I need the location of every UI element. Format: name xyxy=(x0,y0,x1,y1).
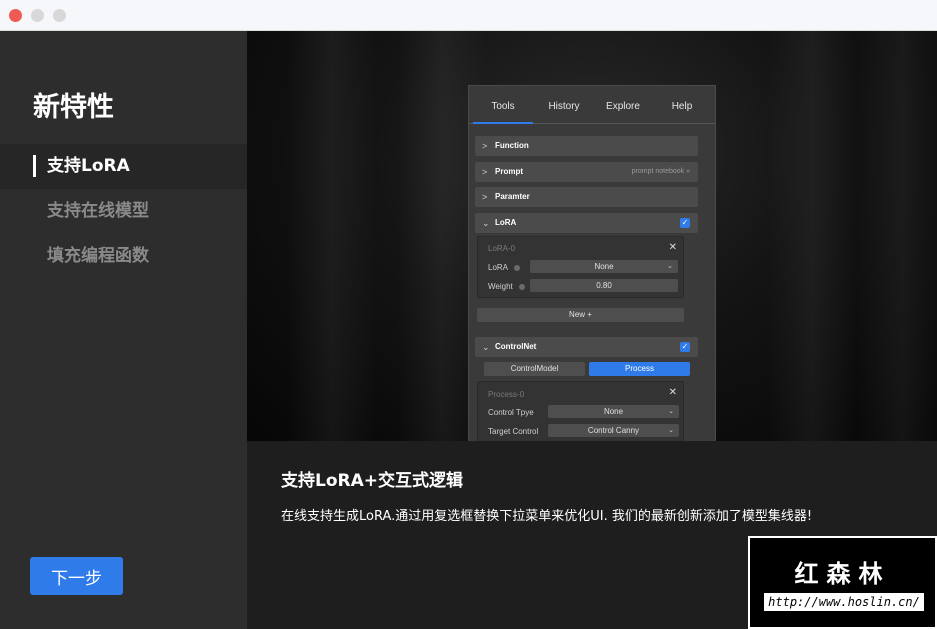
chevron-down-icon: ⌄ xyxy=(482,218,490,228)
weight-field-label: Weight xyxy=(488,282,513,291)
process-item-title: Process-0 xyxy=(488,390,525,399)
minimize-window-button[interactable] xyxy=(31,9,44,22)
info-dot-icon xyxy=(514,265,520,271)
section-prompt: > Prompt prompt notebook » xyxy=(475,162,698,182)
process-item-box: Process-0 ✕ Control Tpye None ⌄ Target C… xyxy=(477,381,684,441)
chevron-right-icon: > xyxy=(482,167,488,177)
panel-tabs: Tools History Explore Help xyxy=(469,86,715,124)
target-control-select: Control Canny ⌄ xyxy=(548,424,679,437)
chevron-right-icon: > xyxy=(482,141,488,151)
tab-tools: Tools xyxy=(473,86,533,124)
close-window-button[interactable] xyxy=(9,9,22,22)
chevron-down-icon: ⌄ xyxy=(482,342,490,352)
control-type-value: None xyxy=(603,407,624,416)
sidebar-item-online-model[interactable]: 支持在线模型 xyxy=(0,189,247,234)
section-lora: ⌄ LoRA ✓ xyxy=(475,213,698,233)
watermark-name: 红森林 xyxy=(794,560,891,588)
next-step-button[interactable]: 下一步 xyxy=(30,557,123,595)
app-window: 新特性 支持LoRA 支持在线模型 填充编程函数 下一步 Tools Histo… xyxy=(0,0,937,629)
feature-preview-image: Tools History Explore Help > Function > … xyxy=(247,31,937,441)
segment-control-model: ControlModel xyxy=(484,362,585,376)
feature-text: 在线支持生成LoRA.通过用复选框替换下拉菜单来优化UI. 我们的最新创新添加了… xyxy=(281,509,813,524)
tab-explore: Explore xyxy=(606,101,640,112)
lora-item-title: LoRA-0 xyxy=(488,244,516,253)
chevron-down-icon: ⌄ xyxy=(668,408,674,415)
control-type-label: Control Tpye xyxy=(488,408,534,417)
chevron-right-icon: > xyxy=(482,192,488,202)
weight-input: 0.80 xyxy=(530,279,678,292)
chevron-down-icon: ⌄ xyxy=(668,427,674,434)
lora-select-value: None xyxy=(594,262,614,271)
section-controlnet: ⌄ ControlNet ✓ xyxy=(475,337,698,357)
checkbox-checked-icon: ✓ xyxy=(680,218,690,228)
lora-field-label: LoRA xyxy=(488,263,509,272)
feature-title: 支持LoRA+交互式逻辑 xyxy=(281,471,464,491)
weight-value: 0.80 xyxy=(596,281,612,290)
close-icon: ✕ xyxy=(668,387,677,398)
section-label: Prompt xyxy=(495,167,523,176)
sidebar: 新特性 支持LoRA 支持在线模型 填充编程函数 下一步 xyxy=(0,31,247,629)
segment-process: Process xyxy=(589,362,690,376)
new-lora-button: New + xyxy=(477,308,684,322)
tools-panel-preview: Tools History Explore Help > Function > … xyxy=(468,85,716,441)
control-type-select: None ⌄ xyxy=(548,405,679,418)
maximize-window-button[interactable] xyxy=(53,9,66,22)
checkbox-checked-icon: ✓ xyxy=(680,342,690,352)
target-control-value: Control Canny xyxy=(587,426,640,435)
close-icon: ✕ xyxy=(668,242,677,253)
watermark-url: http://www.hoslin.cn/ xyxy=(764,593,924,611)
sidebar-item-programming-functions[interactable]: 填充编程函数 xyxy=(0,234,247,279)
curtain-fold xyxy=(767,31,857,441)
section-function: > Function xyxy=(475,136,698,156)
tab-help: Help xyxy=(671,101,693,112)
sidebar-item-lora[interactable]: 支持LoRA xyxy=(0,144,247,189)
tab-history: History xyxy=(548,101,580,112)
curtain-fold xyxy=(287,31,377,441)
section-label: ControlNet xyxy=(495,342,537,351)
watermark: 红森林 http://www.hoslin.cn/ xyxy=(748,536,937,629)
lora-item-box: LoRA-0 ✕ LoRA None ⌄ Weight 0.80 xyxy=(477,236,684,298)
section-label: Function xyxy=(495,141,529,150)
lora-select: None ⌄ xyxy=(530,260,678,273)
curtain-fold xyxy=(857,31,937,441)
section-paramter: > Paramter xyxy=(475,187,698,207)
info-dot-icon xyxy=(519,284,525,290)
sidebar-title: 新特性 xyxy=(33,92,114,123)
title-bar xyxy=(0,0,937,31)
chevron-down-icon: ⌄ xyxy=(667,263,673,270)
prompt-notebook-link: prompt notebook » xyxy=(631,168,690,175)
section-label: Paramter xyxy=(495,192,530,201)
section-label: LoRA xyxy=(495,218,517,227)
target-control-label: Target Control xyxy=(488,427,539,436)
